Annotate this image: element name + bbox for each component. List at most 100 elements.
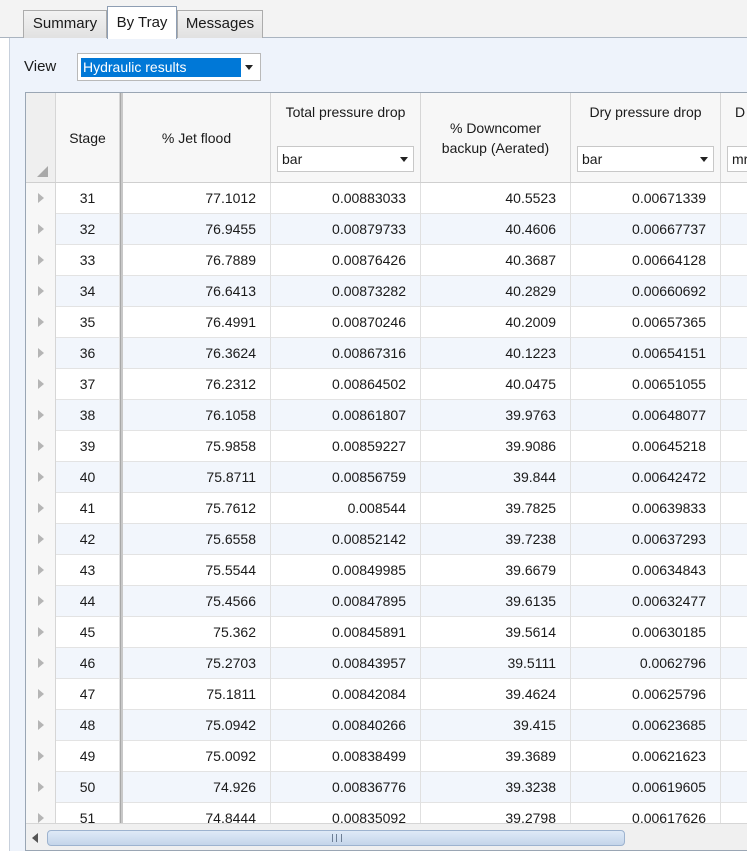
- cell-total-pressure-drop[interactable]: 0.00843957: [271, 648, 421, 679]
- cell-total-pressure-drop[interactable]: 0.00856759: [271, 462, 421, 493]
- cell-next-partial[interactable]: [721, 183, 747, 214]
- cell-total-pressure-drop[interactable]: 0.00845891: [271, 617, 421, 648]
- tab-summary[interactable]: Summary: [23, 10, 107, 38]
- cell-stage[interactable]: 31: [56, 183, 120, 214]
- total-pressure-drop-unit-dropdown[interactable]: bar: [277, 146, 414, 172]
- cell-downcomer-backup[interactable]: 39.5111: [421, 648, 571, 679]
- cell-jet-flood[interactable]: 74.8444: [123, 803, 271, 825]
- row-header[interactable]: [26, 431, 56, 462]
- cell-total-pressure-drop[interactable]: 0.00852142: [271, 524, 421, 555]
- cell-next-partial[interactable]: [721, 710, 747, 741]
- cell-jet-flood[interactable]: 75.7612: [123, 493, 271, 524]
- cell-dry-pressure-drop[interactable]: 0.00617626: [571, 803, 721, 825]
- cell-jet-flood[interactable]: 76.2312: [123, 369, 271, 400]
- cell-downcomer-backup[interactable]: 40.4606: [421, 214, 571, 245]
- select-all-corner[interactable]: [26, 93, 56, 182]
- row-header[interactable]: [26, 338, 56, 369]
- cell-total-pressure-drop[interactable]: 0.00870246: [271, 307, 421, 338]
- column-header-dry-pressure-drop[interactable]: Dry pressure drop bar: [571, 93, 721, 182]
- row-header[interactable]: [26, 772, 56, 803]
- cell-jet-flood[interactable]: 76.7889: [123, 245, 271, 276]
- row-header[interactable]: [26, 276, 56, 307]
- cell-total-pressure-drop[interactable]: 0.00847895: [271, 586, 421, 617]
- cell-dry-pressure-drop[interactable]: 0.00660692: [571, 276, 721, 307]
- scrollbar-thumb[interactable]: [47, 830, 625, 846]
- cell-stage[interactable]: 43: [56, 555, 120, 586]
- row-header[interactable]: [26, 183, 56, 214]
- cell-jet-flood[interactable]: 76.3624: [123, 338, 271, 369]
- cell-stage[interactable]: 46: [56, 648, 120, 679]
- chevron-down-icon[interactable]: [242, 58, 256, 76]
- cell-downcomer-backup[interactable]: 39.3238: [421, 772, 571, 803]
- cell-jet-flood[interactable]: 75.6558: [123, 524, 271, 555]
- cell-downcomer-backup[interactable]: 39.4624: [421, 679, 571, 710]
- cell-jet-flood[interactable]: 77.1012: [123, 183, 271, 214]
- cell-stage[interactable]: 50: [56, 772, 120, 803]
- cell-dry-pressure-drop[interactable]: 0.00645218: [571, 431, 721, 462]
- cell-total-pressure-drop[interactable]: 0.00876426: [271, 245, 421, 276]
- cell-next-partial[interactable]: [721, 462, 747, 493]
- cell-stage[interactable]: 49: [56, 741, 120, 772]
- cell-dry-pressure-drop[interactable]: 0.00667737: [571, 214, 721, 245]
- table-row[interactable]: 39 75.9858 0.00859227 39.9086 0.00645218: [26, 431, 747, 462]
- row-header[interactable]: [26, 617, 56, 648]
- row-header[interactable]: [26, 214, 56, 245]
- row-header[interactable]: [26, 524, 56, 555]
- cell-stage[interactable]: 48: [56, 710, 120, 741]
- cell-total-pressure-drop[interactable]: 0.00849985: [271, 555, 421, 586]
- cell-downcomer-backup[interactable]: 39.9086: [421, 431, 571, 462]
- cell-jet-flood[interactable]: 74.926: [123, 772, 271, 803]
- cell-next-partial[interactable]: [721, 741, 747, 772]
- cell-downcomer-backup[interactable]: 40.2829: [421, 276, 571, 307]
- table-row[interactable]: 49 75.0092 0.00838499 39.3689 0.00621623: [26, 741, 747, 772]
- cell-stage[interactable]: 35: [56, 307, 120, 338]
- cell-next-partial[interactable]: [721, 803, 747, 825]
- table-row[interactable]: 41 75.7612 0.008544 39.7825 0.00639833: [26, 493, 747, 524]
- cell-next-partial[interactable]: [721, 214, 747, 245]
- cell-dry-pressure-drop[interactable]: 0.00657365: [571, 307, 721, 338]
- table-row[interactable]: 37 76.2312 0.00864502 40.0475 0.00651055: [26, 369, 747, 400]
- cell-next-partial[interactable]: [721, 369, 747, 400]
- row-header[interactable]: [26, 648, 56, 679]
- table-row[interactable]: 36 76.3624 0.00867316 40.1223 0.00654151: [26, 338, 747, 369]
- cell-dry-pressure-drop[interactable]: 0.00625796: [571, 679, 721, 710]
- table-row[interactable]: 35 76.4991 0.00870246 40.2009 0.00657365: [26, 307, 747, 338]
- cell-total-pressure-drop[interactable]: 0.00859227: [271, 431, 421, 462]
- column-header-total-pressure-drop[interactable]: Total pressure drop bar: [271, 93, 421, 182]
- row-header[interactable]: [26, 679, 56, 710]
- table-row[interactable]: 51 74.8444 0.00835092 39.2798 0.00617626: [26, 803, 747, 825]
- cell-downcomer-backup[interactable]: 39.9763: [421, 400, 571, 431]
- cell-next-partial[interactable]: [721, 338, 747, 369]
- dry-pressure-drop-unit-dropdown[interactable]: bar: [577, 146, 714, 172]
- column-header-next-partial[interactable]: D mr: [721, 93, 747, 182]
- cell-next-partial[interactable]: [721, 493, 747, 524]
- horizontal-scrollbar[interactable]: [26, 823, 747, 850]
- cell-next-partial[interactable]: [721, 772, 747, 803]
- cell-next-partial[interactable]: [721, 400, 747, 431]
- cell-total-pressure-drop[interactable]: 0.00836776: [271, 772, 421, 803]
- cell-stage[interactable]: 47: [56, 679, 120, 710]
- column-header-jet-flood[interactable]: % Jet flood: [123, 93, 271, 182]
- cell-next-partial[interactable]: [721, 586, 747, 617]
- cell-stage[interactable]: 39: [56, 431, 120, 462]
- cell-downcomer-backup[interactable]: 39.6135: [421, 586, 571, 617]
- cell-dry-pressure-drop[interactable]: 0.00651055: [571, 369, 721, 400]
- cell-total-pressure-drop[interactable]: 0.00861807: [271, 400, 421, 431]
- cell-next-partial[interactable]: [721, 245, 747, 276]
- cell-dry-pressure-drop[interactable]: 0.00621623: [571, 741, 721, 772]
- cell-jet-flood[interactable]: 76.9455: [123, 214, 271, 245]
- cell-dry-pressure-drop[interactable]: 0.00654151: [571, 338, 721, 369]
- cell-jet-flood[interactable]: 75.0092: [123, 741, 271, 772]
- cell-dry-pressure-drop[interactable]: 0.00630185: [571, 617, 721, 648]
- column-header-downcomer-backup[interactable]: % Downcomer backup (Aerated): [421, 93, 571, 182]
- row-header[interactable]: [26, 586, 56, 617]
- cell-stage[interactable]: 44: [56, 586, 120, 617]
- cell-stage[interactable]: 40: [56, 462, 120, 493]
- tab-messages[interactable]: Messages: [177, 10, 263, 38]
- cell-downcomer-backup[interactable]: 40.5523: [421, 183, 571, 214]
- cell-total-pressure-drop[interactable]: 0.00840266: [271, 710, 421, 741]
- cell-stage[interactable]: 32: [56, 214, 120, 245]
- table-row[interactable]: 43 75.5544 0.00849985 39.6679 0.00634843: [26, 555, 747, 586]
- cell-stage[interactable]: 37: [56, 369, 120, 400]
- scroll-left-arrow-icon[interactable]: [32, 833, 38, 843]
